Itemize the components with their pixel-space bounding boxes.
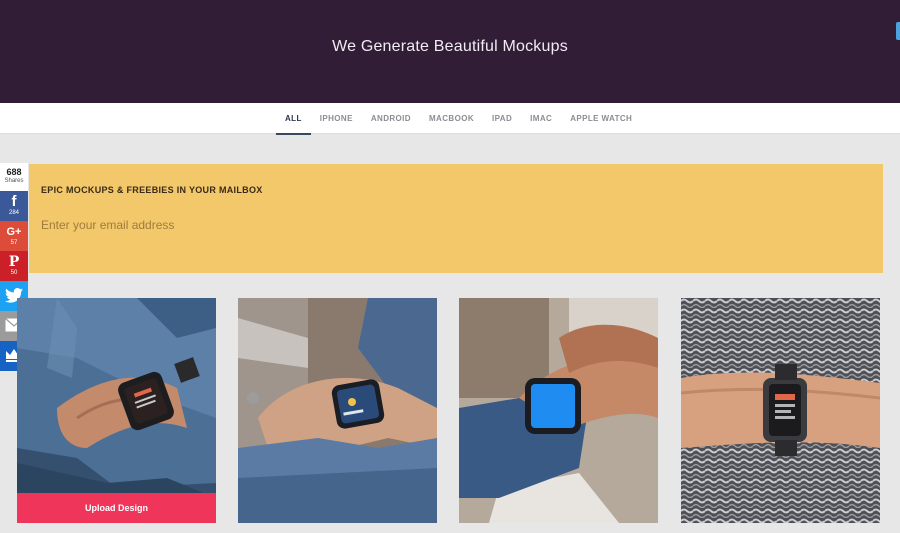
tab-android[interactable]: ANDROID bbox=[362, 103, 420, 134]
tab-imac[interactable]: IMAC bbox=[521, 103, 561, 134]
share-total-count: 688 bbox=[6, 167, 22, 177]
facebook-share-button[interactable]: f 284 bbox=[0, 191, 28, 221]
googleplus-share-button[interactable]: G+ 57 bbox=[0, 221, 28, 251]
newsletter-title: EPIC MOCKUPS & FREEBIES IN YOUR MAILBOX bbox=[41, 185, 263, 195]
share-total: 688 Shares bbox=[0, 163, 28, 191]
edge-tab[interactable] bbox=[896, 22, 900, 40]
mockup-card[interactable]: Upload Design bbox=[17, 298, 216, 523]
watch-mockup-photo bbox=[681, 298, 880, 523]
hero-banner: We Generate Beautiful Mockups bbox=[0, 0, 900, 103]
pinterest-share-button[interactable]: P 50 bbox=[0, 251, 28, 281]
email-input[interactable] bbox=[41, 215, 641, 235]
mockup-card[interactable] bbox=[459, 298, 658, 523]
facebook-share-count: 284 bbox=[8, 210, 19, 216]
googleplus-share-count: 57 bbox=[10, 240, 18, 246]
category-nav: ALL IPHONE ANDROID MACBOOK IPAD IMAC APP… bbox=[0, 103, 900, 135]
pinterest-icon: P bbox=[8, 254, 20, 270]
share-total-label: Shares bbox=[4, 178, 24, 184]
facebook-icon: f bbox=[11, 193, 17, 210]
watch-mockup-photo bbox=[459, 298, 658, 523]
tab-macbook[interactable]: MACBOOK bbox=[420, 103, 483, 134]
newsletter-signup: EPIC MOCKUPS & FREEBIES IN YOUR MAILBOX bbox=[29, 164, 883, 273]
tab-ipad[interactable]: IPAD bbox=[483, 103, 521, 134]
tab-all[interactable]: ALL bbox=[276, 103, 311, 135]
mockup-card[interactable] bbox=[681, 298, 880, 523]
watch-mockup-photo bbox=[17, 298, 216, 523]
mockup-card[interactable] bbox=[238, 298, 437, 523]
tab-apple-watch[interactable]: APPLE WATCH bbox=[561, 103, 641, 134]
upload-design-button[interactable]: Upload Design bbox=[17, 493, 216, 523]
watch-mockup-photo bbox=[238, 298, 437, 523]
pinterest-share-count: 50 bbox=[10, 270, 18, 276]
googleplus-icon: G+ bbox=[6, 226, 22, 238]
hero-title: We Generate Beautiful Mockups bbox=[332, 38, 568, 55]
tab-iphone[interactable]: IPHONE bbox=[311, 103, 362, 134]
